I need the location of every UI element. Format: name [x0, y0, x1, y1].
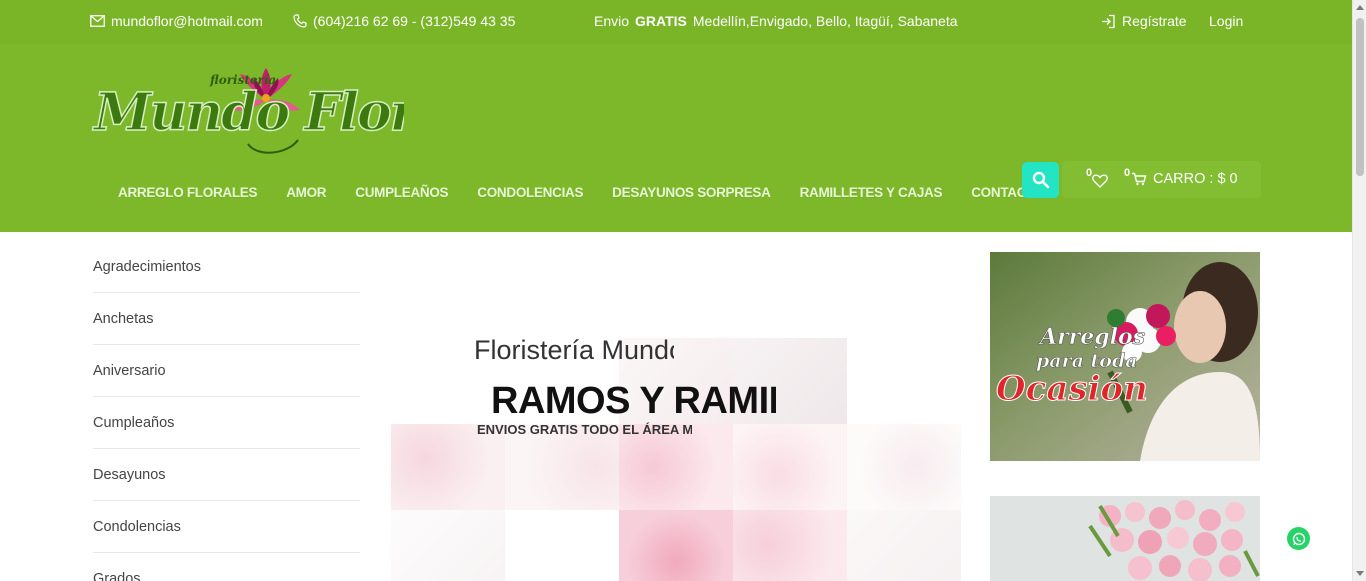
phone-text: (604)216 62 69 - (312)549 43 35 — [313, 13, 516, 29]
category-item[interactable]: Agradecimientos — [93, 241, 360, 293]
login-link[interactable]: Login — [1209, 13, 1243, 29]
mail-icon — [90, 15, 105, 27]
logo-brand-text: Mundo Flor — [92, 82, 404, 143]
scroll-down-arrow[interactable] — [1356, 571, 1364, 576]
nav-ramilletes-y-cajas[interactable]: RAMILLETES Y CAJAS — [800, 185, 943, 200]
phone-contact[interactable]: (604)216 62 69 - (312)549 43 35 — [293, 13, 515, 29]
email-contact[interactable]: mundoflor@hotmail.com — [90, 13, 263, 29]
shipping-prefix: Envio — [594, 13, 630, 29]
shipping-areas: Medellín,Envigado, Bello, Itagüí, Sabane… — [692, 13, 958, 29]
whatsapp-button[interactable] — [1287, 527, 1310, 550]
whatsapp-icon — [1292, 532, 1305, 545]
bride-bouquet-image: Arreglos para toda Ocasión — [990, 252, 1260, 461]
page-scrollbar[interactable] — [1352, 0, 1366, 581]
category-item[interactable]: Anchetas — [93, 293, 360, 345]
category-list: Agradecimientos Anchetas Aniversario Cum… — [93, 241, 360, 581]
search-icon — [1032, 171, 1049, 189]
slide-title: RAMOS Y RAMILLETES — [491, 380, 776, 422]
banner1-line1: Arreglos — [1038, 324, 1145, 350]
cart-count: 0 — [1124, 167, 1131, 179]
sign-in-icon — [1102, 14, 1115, 28]
phone-icon — [293, 14, 307, 28]
cart-label: CARRO : $ 0 — [1153, 171, 1238, 187]
site-logo[interactable]: floristería Mundo Flor — [88, 66, 423, 158]
shipping-notice: Envio GRATIS Medellín,Envigado, Bello, I… — [594, 13, 958, 29]
nav-arreglo-florales[interactable]: ARREGLO FLORALES — [118, 185, 258, 200]
category-item[interactable]: Desayunos — [93, 449, 360, 501]
category-item[interactable]: Aniversario — [93, 345, 360, 397]
login-label: Login — [1209, 13, 1244, 29]
category-item[interactable]: Cumpleaños — [93, 397, 360, 449]
main-nav: ARREGLO FLORALES AMOR CUMPLEAÑOS CONDOLE… — [118, 185, 1073, 200]
cart-box: 0 0 CARRO : $ 0 — [1062, 161, 1261, 198]
slide-caption: ENVIOS GRATIS TODO EL ÁREA METROPOLITANA — [477, 422, 692, 437]
promo-banner-roses[interactable] — [990, 496, 1260, 581]
nav-desayunos-sorpresa[interactable]: DESAYUNOS SORPRESA — [612, 185, 771, 200]
category-item[interactable]: Condolencias — [93, 501, 360, 553]
nav-amor[interactable]: AMOR — [286, 185, 326, 200]
slide-subtitle: Floristería Mundo Flor — [474, 335, 674, 365]
nav-condolencias[interactable]: CONDOLENCIAS — [477, 185, 583, 200]
nav-cumpleanos[interactable]: CUMPLEAÑOS — [355, 185, 448, 200]
pink-roses-image — [990, 496, 1260, 581]
top-bar: mundoflor@hotmail.com (604)216 62 69 - (… — [0, 0, 1352, 44]
cart-icon — [1132, 172, 1147, 186]
banner1-line3: Ocasión — [996, 369, 1148, 409]
shipping-bold: GRATIS — [635, 13, 687, 29]
promo-banner-ocasion[interactable]: Arreglos para toda Ocasión — [990, 252, 1260, 461]
scroll-up-arrow[interactable] — [1356, 5, 1364, 10]
mundo-flor-logo-icon: floristería Mundo Flor — [91, 68, 423, 154]
register-link[interactable]: Regístrate — [1101, 13, 1187, 29]
hero-slider[interactable] — [391, 338, 961, 581]
search-button[interactable] — [1022, 162, 1059, 198]
main-header: floristería Mundo Flor ARREGLO FLORALES … — [0, 44, 1352, 232]
scrollbar-thumb[interactable] — [1356, 18, 1364, 176]
register-label: Regístrate — [1122, 13, 1187, 29]
heart-icon[interactable] — [1092, 174, 1108, 188]
cart-link[interactable]: CARRO : $ 0 — [1131, 171, 1238, 187]
category-item[interactable]: Grados — [93, 553, 360, 581]
email-text: mundoflor@hotmail.com — [111, 13, 263, 29]
